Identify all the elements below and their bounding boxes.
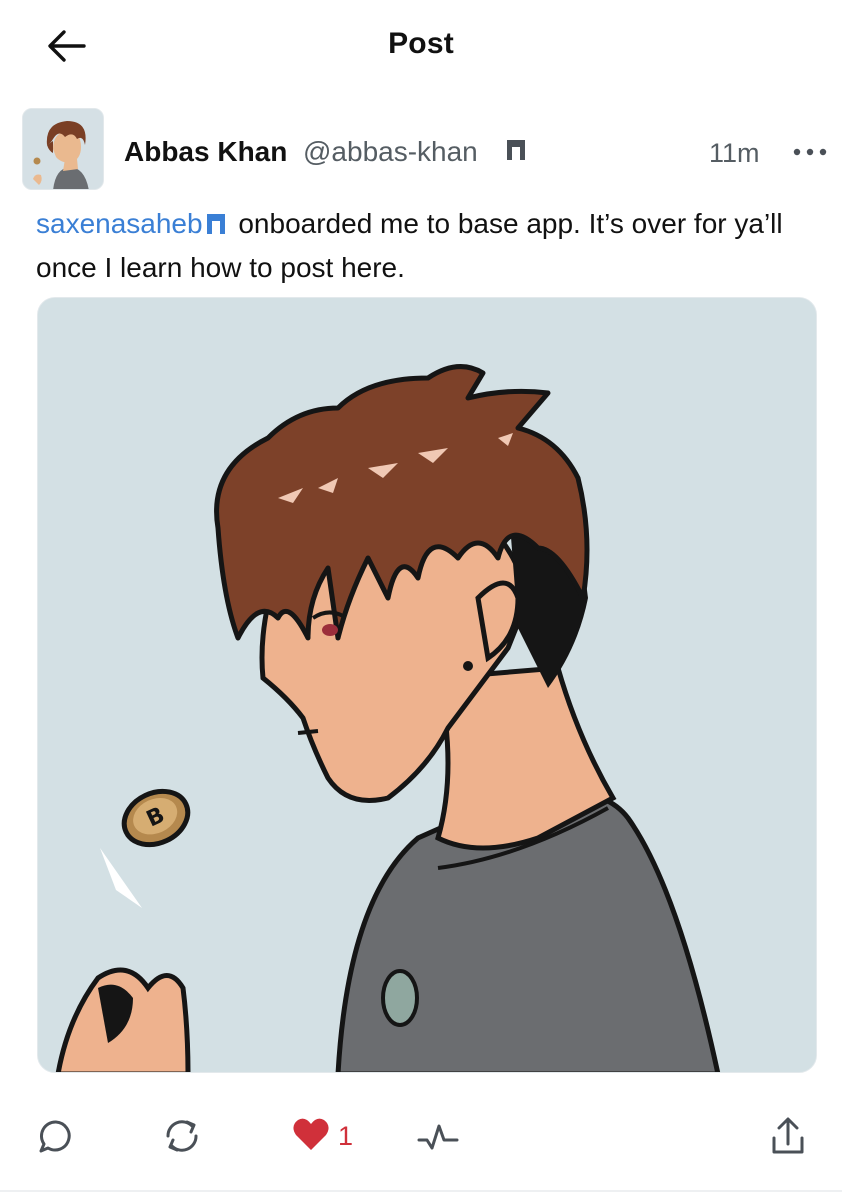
avatar-image <box>23 109 103 189</box>
post-text: saxenasaheb onboarded me to base app. It… <box>36 203 826 288</box>
avatar[interactable] <box>22 108 104 190</box>
activity-icon <box>417 1124 459 1150</box>
like-button[interactable] <box>290 1108 332 1164</box>
top-bar: Post <box>0 0 842 92</box>
divider <box>0 1190 842 1192</box>
more-options-button[interactable] <box>788 138 832 166</box>
reply-button[interactable] <box>36 1108 76 1164</box>
comment-icon <box>39 1120 71 1153</box>
mention-link[interactable]: saxenasaheb <box>36 208 203 239</box>
post-image[interactable]: B <box>37 297 817 1073</box>
page-title: Post <box>388 27 454 60</box>
share-button[interactable] <box>768 1108 808 1164</box>
activity-button[interactable] <box>415 1108 461 1164</box>
more-horizontal-icon <box>793 148 827 156</box>
author-handle[interactable]: @abbas-khan <box>303 136 478 168</box>
base-badge-icon <box>205 206 227 247</box>
heart-icon <box>293 1118 329 1150</box>
repost-button[interactable] <box>160 1108 204 1164</box>
repost-icon <box>166 1120 198 1152</box>
timestamp: 11m <box>709 138 760 168</box>
anime-character-illustration: B <box>38 298 816 1072</box>
post-actions <box>0 1108 842 1168</box>
base-badge-icon <box>505 138 527 167</box>
like-count[interactable]: 1 <box>338 1121 353 1152</box>
share-icon <box>772 1117 804 1154</box>
author-name[interactable]: Abbas Khan <box>124 136 287 168</box>
